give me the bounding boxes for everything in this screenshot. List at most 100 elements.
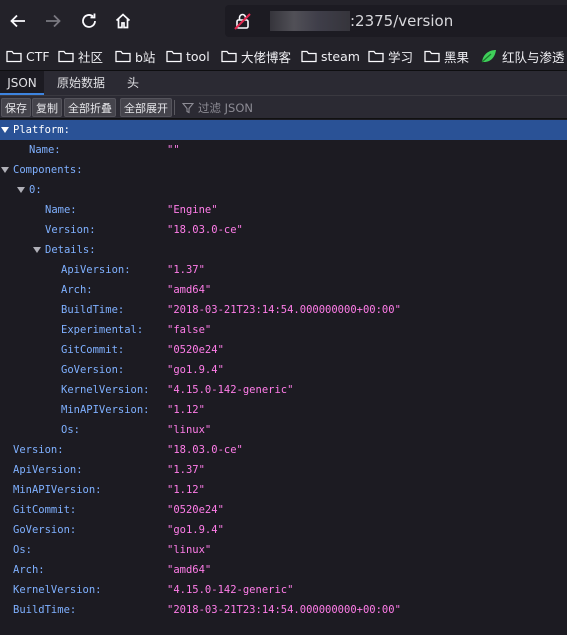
json-row[interactable]: KernelVersion: "4.15.0-142-generic"	[0, 380, 567, 400]
bookmark-tool[interactable]: tool	[166, 46, 210, 66]
folder-icon	[166, 50, 182, 63]
filter-json-input[interactable]: 过滤 JSON	[182, 99, 253, 116]
filter-icon	[182, 102, 194, 113]
json-row[interactable]: 0:	[0, 180, 567, 200]
bookmark-label: 黑果	[444, 49, 470, 65]
toolbar-divider	[174, 100, 175, 115]
json-key: Name:	[45, 204, 77, 216]
tab-json[interactable]: JSON	[0, 71, 44, 95]
bookmark-study[interactable]: 学习	[368, 46, 413, 66]
bookmark-ctf[interactable]: CTF	[6, 46, 50, 66]
json-value: "go1.9.4"	[167, 364, 224, 376]
folder-icon	[221, 50, 237, 63]
bookmark-redteam[interactable]: 红队与渗透	[480, 46, 565, 66]
json-key: Os:	[61, 424, 80, 436]
folder-icon	[58, 50, 74, 63]
bookmark-label: tool	[186, 48, 210, 64]
json-key: GoVersion:	[61, 364, 125, 376]
expand-toggle-icon[interactable]	[33, 247, 41, 253]
json-row[interactable]: MinAPIVersion: "1.12"	[0, 480, 567, 500]
json-row[interactable]: MinAPIVersion: "1.12"	[0, 400, 567, 420]
json-value: ""	[167, 144, 180, 156]
json-row[interactable]: Arch: "amd64"	[0, 280, 567, 300]
json-key: GitCommit:	[61, 344, 125, 356]
json-value: "1.12"	[167, 404, 205, 416]
bookmark-steam[interactable]: steam	[301, 46, 360, 66]
json-row[interactable]: Os: "linux"	[0, 420, 567, 440]
json-key: GitCommit:	[13, 504, 77, 516]
bookmark-blogs[interactable]: 大佬博客	[221, 46, 291, 66]
json-row[interactable]: BuildTime: "2018-03-21T23:14:54.000000000…	[0, 300, 567, 320]
bookmark-hackintosh[interactable]: 黑果	[424, 46, 469, 66]
json-row[interactable]: Experimental: "false"	[0, 320, 567, 340]
forward-button[interactable]	[40, 8, 66, 34]
home-icon	[115, 13, 131, 29]
json-row[interactable]: Platform:	[0, 120, 567, 140]
json-row[interactable]: ApiVersion: "1.37"	[0, 260, 567, 280]
bookmark-label: b站	[135, 49, 156, 65]
json-row[interactable]: GoVersion: "go1.9.4"	[0, 520, 567, 540]
copy-button[interactable]: 复制	[32, 98, 62, 117]
json-row[interactable]: Components:	[0, 160, 567, 180]
tab-raw-data[interactable]: 原始数据	[57, 71, 105, 95]
folder-icon	[6, 50, 22, 63]
json-key: ApiVersion:	[61, 264, 131, 276]
json-row[interactable]: BuildTime: "2018-03-21T23:14:54.000000000…	[0, 600, 567, 620]
json-row[interactable]: KernelVersion: "4.15.0-142-generic"	[0, 580, 567, 600]
json-row[interactable]: Os: "linux"	[0, 540, 567, 560]
json-key: Name:	[29, 144, 61, 156]
expand-toggle-icon[interactable]	[1, 127, 9, 133]
expand-all-button[interactable]: 全部展开	[120, 98, 172, 117]
expand-toggle-icon[interactable]	[17, 187, 25, 193]
json-key: Arch:	[61, 284, 93, 296]
json-key: KernelVersion:	[13, 584, 102, 596]
json-row[interactable]: GitCommit: "0520e24"	[0, 500, 567, 520]
json-value: "0520e24"	[167, 344, 224, 356]
collapse-all-button[interactable]: 全部折叠	[64, 98, 116, 117]
bookmark-label: 大佬博客	[241, 49, 292, 65]
navigation-bar: :2375/version	[0, 0, 567, 42]
json-row[interactable]: GoVersion: "go1.9.4"	[0, 360, 567, 380]
insecure-lock-icon[interactable]	[233, 11, 253, 31]
json-row[interactable]: Name: "Engine"	[0, 200, 567, 220]
json-key: MinAPIVersion:	[61, 404, 150, 416]
reload-icon	[82, 13, 96, 28]
json-key: BuildTime:	[61, 304, 125, 316]
json-row[interactable]: ApiVersion: "1.37"	[0, 460, 567, 480]
bookmarks-toolbar: CTF 社区 b站 tool 大佬博客 steam 学习 黑果 红队与渗透	[0, 42, 567, 71]
expand-toggle-icon[interactable]	[1, 167, 9, 173]
bookmark-bilibili[interactable]: b站	[115, 46, 155, 66]
json-row[interactable]: GitCommit: "0520e24"	[0, 340, 567, 360]
bookmark-community[interactable]: 社区	[58, 46, 103, 66]
json-value: "amd64"	[167, 564, 212, 576]
json-value: "18.03.0-ce"	[167, 224, 243, 236]
json-row[interactable]: Version: "18.03.0-ce"	[0, 440, 567, 460]
folder-icon	[301, 50, 317, 63]
json-key: Os:	[13, 544, 32, 556]
redacted-host	[270, 11, 350, 31]
json-key: GoVersion:	[13, 524, 77, 536]
json-value: "1.37"	[167, 464, 205, 476]
json-value: "go1.9.4"	[167, 524, 224, 536]
json-key: Arch:	[13, 564, 45, 576]
reload-button[interactable]	[76, 8, 102, 34]
save-button[interactable]: 保存	[1, 98, 31, 117]
json-row[interactable]: Version: "18.03.0-ce"	[0, 220, 567, 240]
json-value: "18.03.0-ce"	[167, 444, 243, 456]
json-value: "2018-03-21T23:14:54.000000000+00:00"	[167, 604, 401, 616]
json-value: "false"	[167, 324, 212, 336]
json-key: Experimental:	[61, 324, 144, 336]
tab-headers[interactable]: 头	[127, 71, 139, 95]
back-button[interactable]	[5, 8, 31, 34]
json-value: "1.12"	[167, 484, 205, 496]
json-row[interactable]: Details:	[0, 240, 567, 260]
json-key: MinAPIVersion:	[13, 484, 102, 496]
home-button[interactable]	[110, 8, 136, 34]
url-text[interactable]: :2375/version	[350, 11, 453, 31]
json-row[interactable]: Name: ""	[0, 140, 567, 160]
leaf-icon	[481, 50, 496, 63]
json-key: Details:	[45, 244, 96, 256]
folder-icon	[424, 50, 440, 63]
json-value: "Engine"	[167, 204, 218, 216]
json-row[interactable]: Arch: "amd64"	[0, 560, 567, 580]
